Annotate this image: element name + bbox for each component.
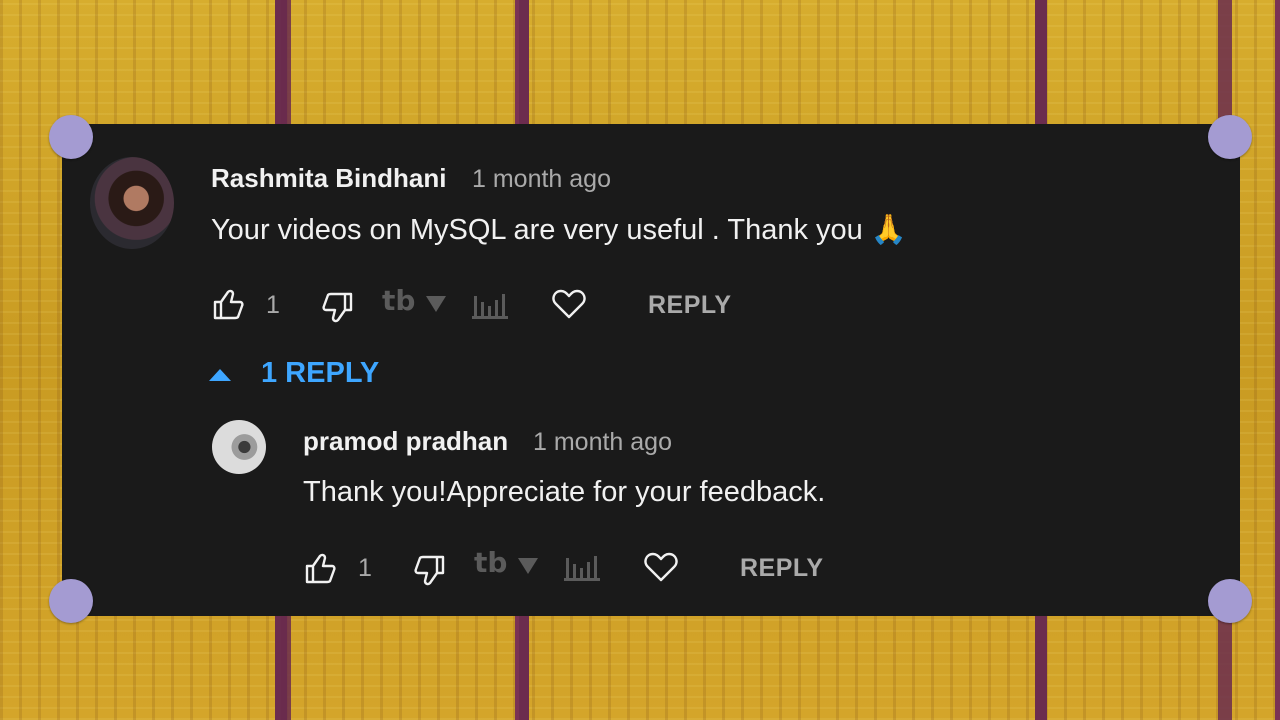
comment-author[interactable]: Rashmita Bindhani [211,163,446,194]
bar-chart-icon[interactable] [472,288,510,320]
reply-time[interactable]: 1 month ago [533,428,672,457]
heart-icon[interactable] [552,288,586,320]
replies-toggle[interactable]: 1 REPLY [261,357,379,390]
reply-text: Thank you!Appreciate for your feedback. [303,476,826,508]
dropdown-caret-icon[interactable] [518,558,538,574]
comment-card: Rashmita Bindhani 1 month ago Your video… [62,124,1240,616]
bar-chart-icon[interactable] [564,550,602,582]
reply-avatar[interactable] [212,420,266,474]
pin-top-right [1208,115,1252,159]
avatar[interactable] [90,157,174,249]
reply-button[interactable]: REPLY [740,554,824,583]
thumbs-down-icon[interactable] [320,290,354,324]
like-count: 1 [266,291,280,319]
heart-icon[interactable] [644,551,678,583]
reply-button[interactable]: REPLY [648,291,732,320]
comment-text: Your videos on MySQL are very useful . T… [211,214,907,246]
pin-bottom-left [49,579,93,623]
caret-up-icon[interactable] [209,369,231,381]
dropdown-caret-icon[interactable] [426,296,446,312]
pin-top-left [49,115,93,159]
like-count: 1 [358,554,372,582]
thumbs-up-icon[interactable] [304,552,338,586]
pin-bottom-right [1208,579,1252,623]
thumbs-down-icon[interactable] [412,553,446,587]
comment-time[interactable]: 1 month ago [472,165,611,194]
reply-author[interactable]: pramod pradhan [303,426,508,457]
thumbs-up-icon[interactable] [212,288,246,322]
tubebuddy-logo[interactable]: tb [382,284,415,317]
tubebuddy-logo[interactable]: tb [474,546,507,579]
